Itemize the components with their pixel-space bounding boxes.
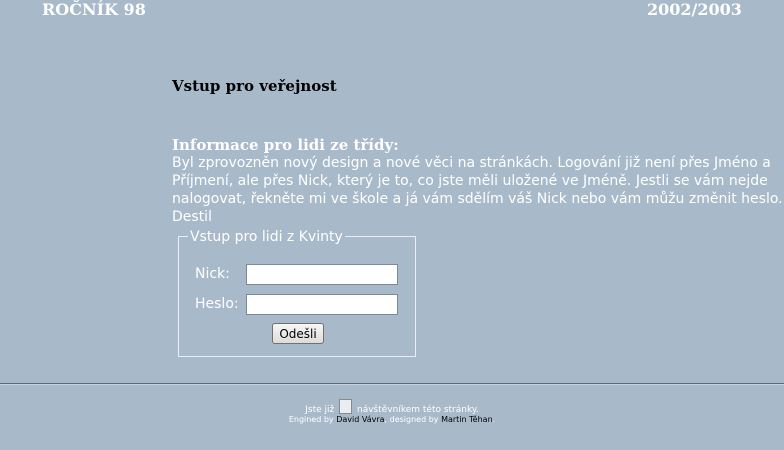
info-signature: Destil	[172, 209, 212, 225]
info-text: Byl zprovozněn nový design a nové věci n…	[172, 155, 783, 207]
designer-link[interactable]: Martin Těhan	[441, 415, 493, 424]
credits: Engined by David Vávra, designed by Mart…	[0, 414, 784, 425]
credits-end: .	[492, 415, 496, 424]
page-title: Vstup pro veřejnost	[172, 77, 337, 95]
login-fieldset: Vstup pro lidi z Kvinty Nick: Heslo: Ode…	[178, 229, 416, 357]
footer-divider	[0, 383, 784, 385]
submit-button[interactable]: Odešli	[272, 323, 324, 344]
engined-by-label: Engined by	[288, 415, 334, 424]
counter-image-icon	[339, 399, 353, 414]
login-legend: Vstup pro lidi z Kvinty	[188, 229, 345, 245]
designed-by-label: , designed by	[384, 415, 439, 424]
school-year-label: 2002/2003	[647, 0, 742, 19]
nick-input[interactable]	[246, 264, 398, 285]
info-heading: Informace pro lidi ze třídy:	[172, 136, 399, 154]
nick-label: Nick:	[195, 266, 230, 282]
password-input[interactable]	[246, 294, 398, 315]
class-info: Informace pro lidi ze třídy: Byl zprovoz…	[172, 136, 784, 226]
password-label: Heslo:	[195, 296, 239, 312]
engine-author-link[interactable]: David Vávra	[336, 415, 384, 424]
class-year-label: ROČNÍK 98	[42, 0, 146, 19]
